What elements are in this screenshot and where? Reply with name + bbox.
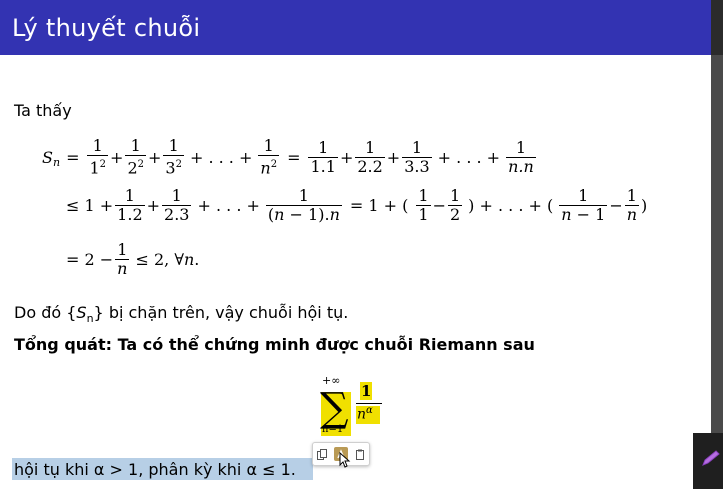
copy-icon[interactable] (315, 447, 329, 461)
fraction-bar (356, 403, 382, 404)
general-heading: Tổng quát: Ta có thể chứng minh được chu… (14, 335, 535, 354)
math-line-3: = 2 − 1n ≤ 2, ∀n. (66, 240, 200, 278)
slide-title: Lý thuyết chuỗi (12, 14, 201, 42)
riemann-series: +∞ ∑ n=1 1 nα (318, 374, 386, 438)
convergence-conclusion[interactable]: hội tụ khi α > 1, phân kỳ khi α ≤ 1. (14, 460, 296, 479)
math-derivation: Sn = 1 12 + 1 22 + 1 32 + . . . + 1 n2 = 1 1.… (42, 137, 682, 287)
bounded-conclusion: Do đó {Sn} bị chặn trên, vậy chuỗi hội t… (14, 303, 349, 326)
slide-title-bar: Lý thuyết chuỗi (0, 0, 711, 55)
intro-text: Ta thấy (14, 101, 72, 120)
paste-icon[interactable] (353, 447, 367, 461)
sum-lower-limit: n=1 (322, 424, 344, 435)
right-scrollbar[interactable] (711, 0, 723, 489)
right-panel-top (711, 0, 723, 55)
mouse-cursor-icon (339, 452, 351, 468)
math-line-2: ≤ 1 + 1 1.2 + 1 2.3 + . . . + 1 (n − 1).n =… (66, 186, 648, 224)
series-denominator: nα (357, 405, 373, 423)
pen-icon[interactable] (701, 449, 721, 467)
math-line-1: Sn = 1 12 + 1 22 + 1 32 + . . . + 1 n2 = 1 1.… (42, 136, 536, 178)
series-numerator: 1 (361, 382, 372, 400)
